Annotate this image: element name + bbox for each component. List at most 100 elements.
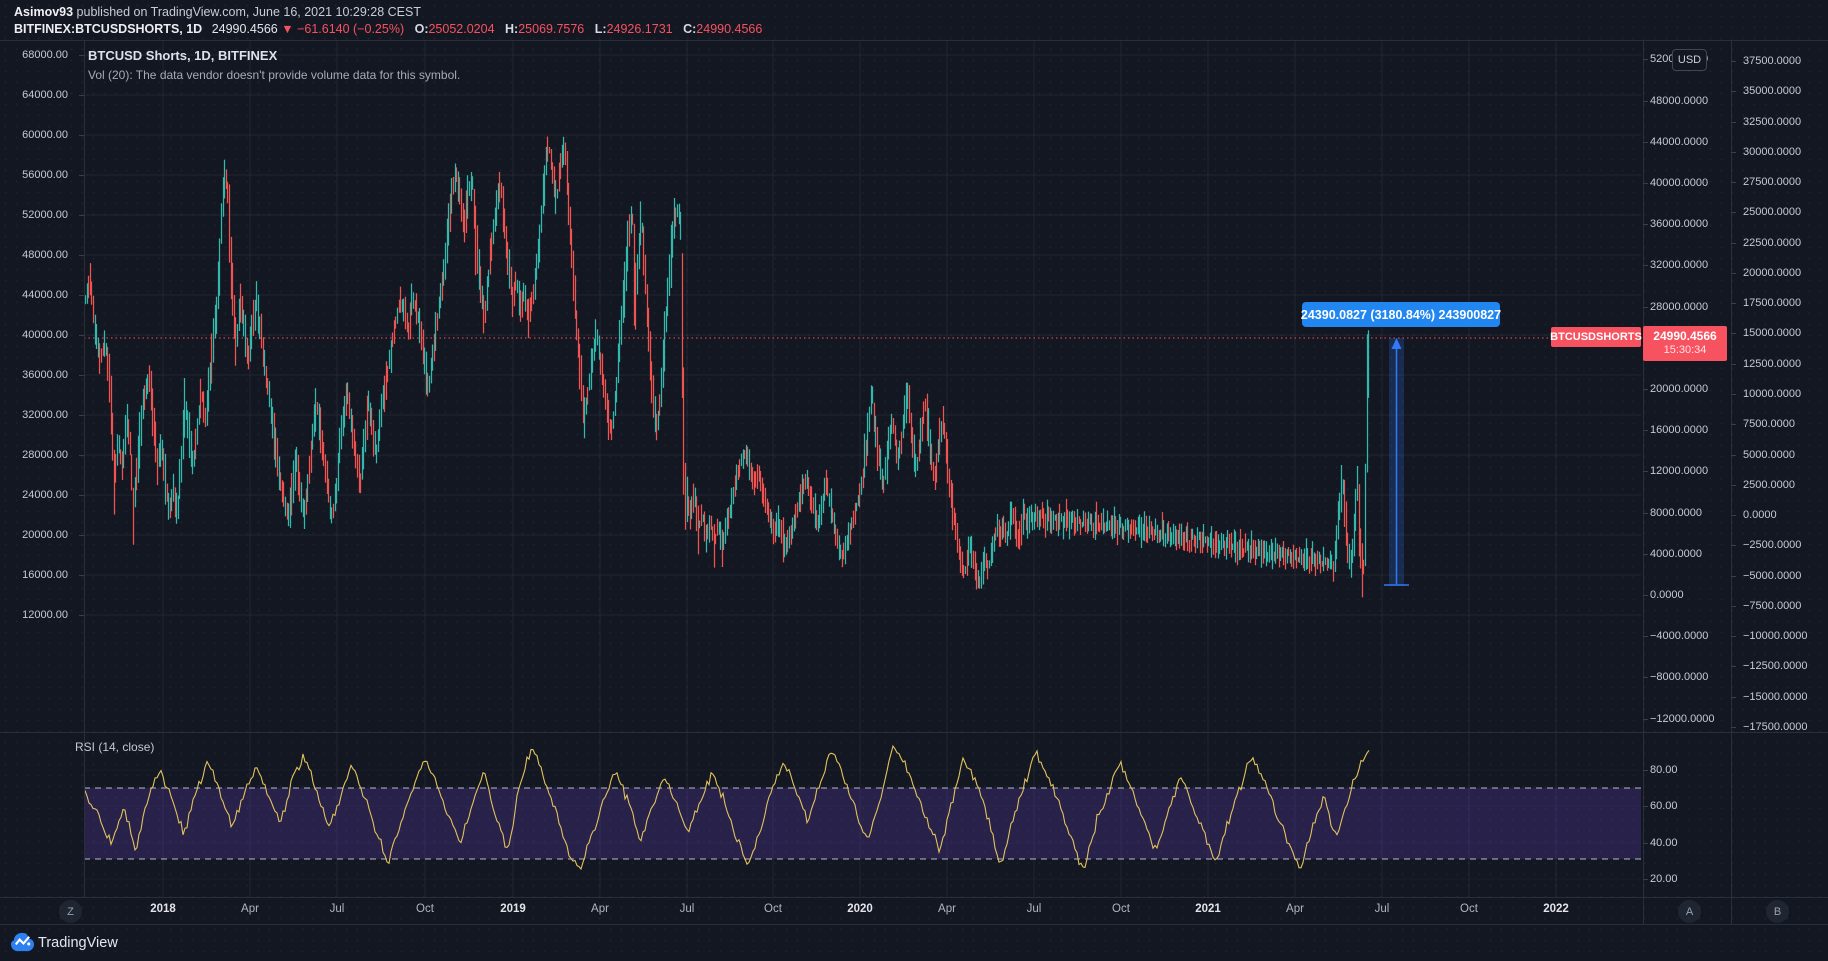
axis-tick-label: −8000.0000 [1650,671,1708,683]
axis-tick-label: 40.00 [1650,837,1678,849]
tradingview-logo-icon[interactable] [11,931,34,954]
axis-tick-mark [1731,666,1736,667]
price-axis-chip-countdown: 15:30:34 [1664,344,1707,358]
axis-tick-label: −12000.0000 [1650,713,1715,725]
close-label: C: [683,22,696,36]
axis-tick-mark [79,95,84,96]
axis-tick-label: 20000.00 [22,529,68,541]
axis-tick-mark [1643,677,1648,678]
time-axis-label: Oct [1112,903,1130,915]
axis-tick-mark [1643,554,1648,555]
axis-tick-mark [1643,142,1648,143]
time-axis-label: 2020 [847,903,873,915]
axis-tick-label: 24000.00 [22,489,68,501]
axis-tick-mark [79,215,84,216]
time-axis-label: Jul [1375,903,1390,915]
time-axis-label: Jul [680,903,695,915]
axis-tick-mark [79,495,84,496]
axis-tick-mark [79,335,84,336]
axis-tick-mark [1731,333,1736,334]
axis-tick-mark [1731,485,1736,486]
axis-tick-mark [1731,727,1736,728]
axis-tick-mark [79,255,84,256]
rsi-band [84,788,1641,859]
high-label: H: [505,22,518,36]
axis-tick-label: 2500.0000 [1743,479,1795,491]
timezone-button[interactable]: Z [59,900,82,923]
axis-tick-label: 68000.00 [22,49,68,61]
axis-tick-label: −4000.0000 [1650,630,1708,642]
axis-tick-label: 35000.0000 [1743,85,1801,97]
symbol-name[interactable]: BITFINEX:BTCUSDSHORTS, 1D [14,22,202,36]
axis-tick-mark [1643,719,1648,720]
axis-tick-label: 40000.0000 [1650,177,1708,189]
axis-tick-mark [1643,59,1648,60]
chart-legend-title[interactable]: BTCUSD Shorts, 1D, BITFINEX [88,48,277,63]
brand-name[interactable]: TradingView [38,935,118,951]
right-inner-price-axis[interactable]: 52000.000048000.000044000.000040000.0000… [1643,0,1731,732]
rsi-legend-title[interactable]: RSI (14, close) [75,740,154,754]
axis-tick-label: 12000.0000 [1650,465,1708,477]
symbol-status-line: BITFINEX:BTCUSDSHORTS, 1D 24990.4566 ▼ −… [14,22,762,36]
axis-tick-mark [1731,61,1736,62]
axis-tick-label: 10000.0000 [1743,388,1801,400]
axis-tick-label: −2500.0000 [1743,539,1801,551]
last-price: 24990.4566 [212,22,278,36]
axis-tick-mark [1731,576,1736,577]
axis-tick-label: −5000.0000 [1743,570,1801,582]
axis-b-button[interactable]: B [1766,900,1789,923]
axis-tick-label: 30000.0000 [1743,146,1801,158]
left-price-axis[interactable]: 68000.0064000.0060000.0056000.0052000.00… [0,0,84,732]
time-axis-label: Apr [938,903,956,915]
axis-tick-mark [1643,843,1648,844]
price-axis-chip: 24990.4566 15:30:34 [1643,326,1727,361]
axis-tick-mark [79,415,84,416]
axis-tick-label: 44000.00 [22,289,68,301]
left-axis-divider [84,40,85,897]
axis-tick-mark [1643,595,1648,596]
time-axis-label: Jul [1027,903,1042,915]
time-axis-label: Apr [241,903,259,915]
time-axis[interactable]: 2018AprJulOct2019AprJulOct2020AprJulOct2… [0,897,1828,924]
axis-tick-label: 4000.0000 [1650,548,1702,560]
high-value: 25069.7576 [518,22,584,36]
right-outer-price-axis[interactable]: 37500.000035000.000032500.000030000.0000… [1731,0,1828,732]
axis-tick-label: 7500.0000 [1743,418,1795,430]
axis-tick-mark [1643,389,1648,390]
price-axis-chip-value: 24990.4566 [1653,329,1716,344]
axis-tick-mark [1731,636,1736,637]
axis-tick-mark [1731,697,1736,698]
currency-toggle-button[interactable]: USD [1672,49,1707,71]
axis-tick-mark [1731,545,1736,546]
rsi-value-axis[interactable]: 80.0060.0040.0020.00 [1643,732,1731,897]
time-axis-label: Oct [1460,903,1478,915]
axis-tick-mark [1731,152,1736,153]
axis-a-button[interactable]: A [1678,900,1701,923]
grid-lines [84,40,1641,732]
axis-tick-label: 28000.0000 [1650,301,1708,313]
axis-tick-label: −17500.0000 [1743,721,1808,733]
axis-tick-label: 32000.0000 [1650,259,1708,271]
header-divider [0,40,1828,41]
volume-study-note[interactable]: Vol (20): The data vendor doesn't provid… [88,68,460,82]
rsi-pane-canvas[interactable] [84,732,1641,897]
axis-tick-mark [1643,879,1648,880]
time-axis-label: Apr [1286,903,1304,915]
axis-tick-label: 25000.0000 [1743,206,1801,218]
axis-tick-label: 20000.0000 [1650,383,1708,395]
axis-tick-label: 22500.0000 [1743,237,1801,249]
axis-tick-mark [79,375,84,376]
axis-tick-mark [79,295,84,296]
price-pane-canvas[interactable] [84,40,1641,732]
axis-tick-label: 27500.0000 [1743,176,1801,188]
axis-tick-label: 12000.00 [22,609,68,621]
axis-tick-mark [79,135,84,136]
axis-tick-label: 80.00 [1650,764,1678,776]
author-name: Asimov93 [14,5,73,19]
pane-divider[interactable] [0,732,1828,733]
footer-bar: TradingView [0,925,1828,961]
axis-tick-mark [1731,122,1736,123]
axis-tick-mark [1643,307,1648,308]
axis-tick-label: 20.00 [1650,873,1678,885]
time-axis-label: 2021 [1195,903,1221,915]
